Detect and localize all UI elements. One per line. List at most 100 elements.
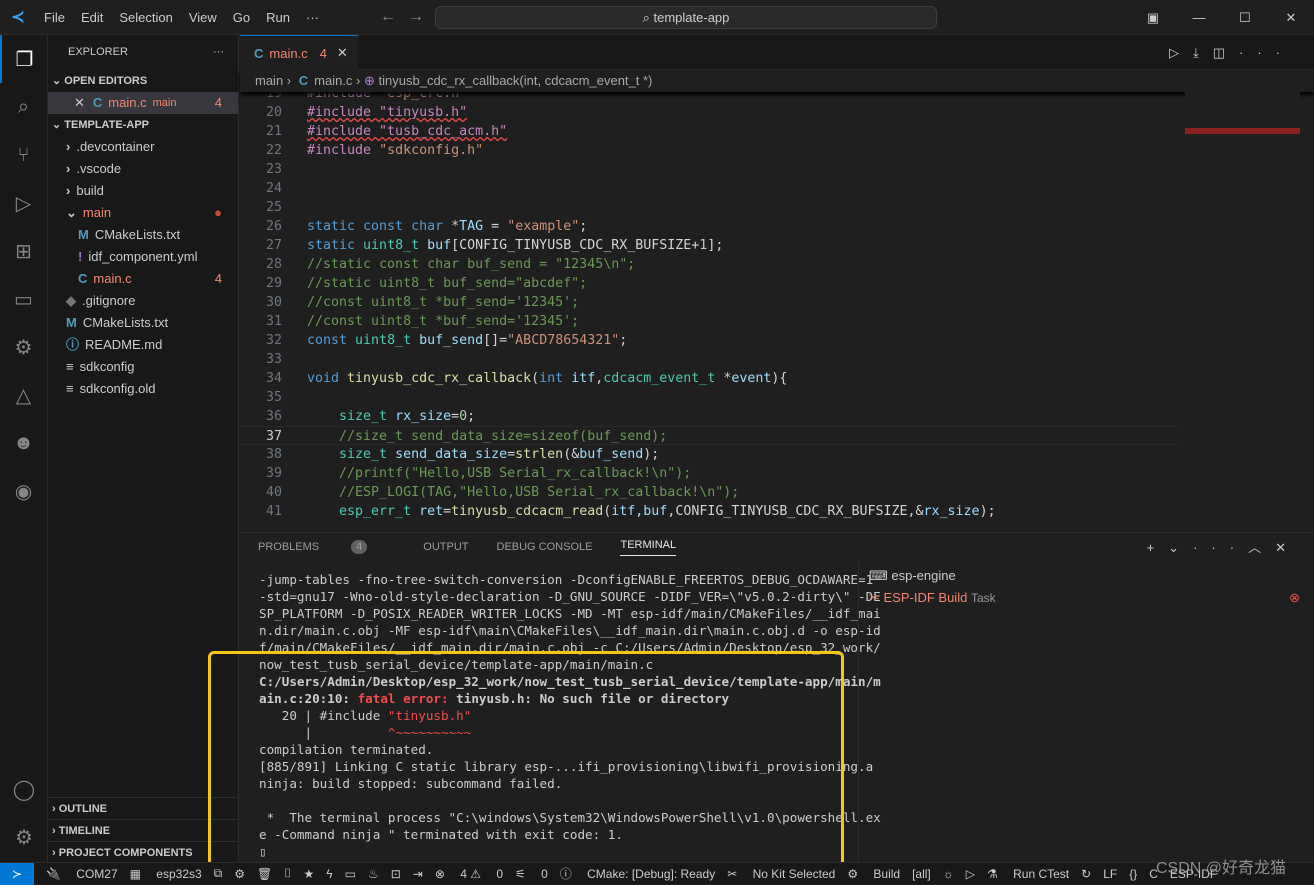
tree-item[interactable]: ⌄ main ● [48, 202, 238, 224]
braces-icon[interactable]: {} [1129, 867, 1137, 881]
esp-idf-icon[interactable]: △ [0, 371, 47, 419]
tree-item[interactable]: ⓘ README.md [48, 334, 238, 356]
tab-output[interactable]: OUTPUT [423, 541, 468, 553]
tree-item[interactable]: Cmain.c 4 [48, 268, 238, 290]
refresh-icon[interactable]: ↻ [1081, 867, 1091, 881]
menu-item[interactable]: File [44, 10, 65, 25]
breadcrumb-symbol[interactable]: tinyusb_cdc_rx_callback(int, cdcacm_even… [379, 73, 653, 88]
code-token: //ESP_LOGI(TAG,"Hello,USB Serial_rx_call… [307, 485, 740, 500]
tree-item[interactable]: ◆ .gitignore [48, 290, 238, 312]
split-editor-icon[interactable]: ◫ [1213, 45, 1239, 60]
close-icon[interactable]: ✕ [74, 92, 85, 114]
tree-item[interactable]: › build [48, 180, 238, 202]
menu-item[interactable]: View [189, 10, 217, 25]
terminal-icon[interactable]: ⊡ [391, 867, 401, 881]
menu-item[interactable]: Selection [119, 10, 172, 25]
download-icon[interactable]: ⤓ [1193, 45, 1213, 60]
minimap[interactable] [1185, 92, 1300, 532]
port-item[interactable]: 🔌 COM27 [46, 867, 118, 881]
open-editors-section[interactable]: ⌄ OPEN EDITORS [48, 70, 238, 92]
code-editor[interactable]: 19 #include "esp_crc.h" 20 #include "tinyus… [240, 84, 1180, 530]
alien-icon[interactable]: ☻ [0, 419, 47, 467]
menu-item[interactable]: Edit [81, 10, 103, 25]
error-label: fatal error: [357, 691, 449, 706]
cmake-status[interactable]: ⓘ CMake: [Debug]: Ready [560, 865, 715, 882]
star-icon[interactable]: ★ [303, 867, 314, 881]
command-center-search[interactable]: ⌕ template-app [435, 6, 937, 29]
trash-icon[interactable]: 🗑 [257, 867, 272, 881]
kit-item[interactable]: ✂ No Kit Selected [727, 867, 835, 881]
espressif-icon[interactable]: ◉ [0, 467, 47, 515]
flame-icon[interactable]: ♨ [368, 867, 379, 881]
breadcrumb-folder[interactable]: main [255, 73, 283, 88]
breadcrumb-file[interactable]: main.c [314, 73, 352, 88]
tree-item[interactable]: ≡ sdkconfig.old [48, 378, 238, 400]
target-item[interactable]: ▦ esp32s3 [130, 867, 202, 881]
problems-item[interactable]: ⊗ 4 ⚠ 0 [435, 867, 503, 881]
tab-terminal[interactable]: TERMINAL [620, 539, 677, 556]
terminal-text: compilation terminated. [259, 742, 434, 757]
terminal-item-esp-idf-build[interactable]: ✂ ESP-IDF Build Task ⊗ [869, 587, 1304, 609]
terminal-text: ▯ [259, 844, 267, 859]
tree-item[interactable]: › .vscode [48, 158, 238, 180]
more-actions-icon[interactable]: ··· [1239, 45, 1294, 60]
cylinder-icon[interactable]: ⌷ [284, 866, 291, 881]
timeline-section[interactable]: › TIMELINE [48, 819, 239, 842]
tree-item[interactable]: ! idf_component.yml [48, 246, 238, 268]
search-icon[interactable]: ⌕ [0, 83, 47, 131]
export-icon[interactable]: ⇥ [413, 867, 423, 881]
run-debug-icon[interactable]: ▷ [0, 179, 47, 227]
source-control-icon[interactable]: ⑂ [0, 131, 47, 179]
open-editor-main-c[interactable]: ✕ C main.c main 4 [48, 92, 238, 114]
terminal-output[interactable]: -jump-tables -fno-tree-switch-conversion… [259, 571, 881, 860]
more-actions-icon[interactable]: ··· [213, 35, 224, 70]
account-icon[interactable]: ◯ [0, 765, 48, 813]
maximize-panel-icon[interactable]: ︿ [1248, 540, 1275, 555]
extensions-icon[interactable]: ⊞ [0, 227, 47, 275]
outline-section[interactable]: › OUTLINE [48, 797, 239, 820]
minimize-button[interactable]: — [1176, 0, 1222, 35]
close-button[interactable]: ✕ [1268, 0, 1314, 35]
project-components-section[interactable]: › PROJECT COMPONENTS [48, 841, 239, 864]
more-actions-icon[interactable]: ··· [1193, 540, 1248, 555]
run-icon[interactable]: ▷ [966, 867, 975, 881]
menu-item[interactable]: Run [266, 10, 290, 25]
tree-item[interactable]: › .devcontainer [48, 136, 238, 158]
run-icon[interactable]: ▷ [1169, 45, 1193, 60]
monitor-icon[interactable]: ▭ [345, 867, 356, 881]
tab-debug-console[interactable]: DEBUG CONSOLE [497, 541, 593, 553]
tree-item[interactable]: M CMakeLists.txt [48, 312, 238, 334]
ports-item[interactable]: ⚟ 0 [515, 867, 548, 881]
layout-icon[interactable]: ▣ [1130, 0, 1176, 35]
maximize-button[interactable]: ☐ [1222, 0, 1268, 35]
tab-main-c[interactable]: C main.c 4 ✕ [240, 35, 358, 70]
debug-icon[interactable]: ☼ [943, 867, 954, 881]
close-icon[interactable]: ✕ [337, 45, 348, 61]
eol-item[interactable]: LF [1103, 867, 1117, 881]
explorer-icon[interactable]: ❐ [0, 35, 47, 83]
project-section[interactable]: ⌄ TEMPLATE-APP [48, 114, 238, 136]
build-target[interactable]: [all] [912, 867, 931, 881]
menu-item[interactable]: ··· [306, 10, 319, 25]
code-token: rx_size [923, 504, 980, 519]
folder-icon[interactable]: ⧉ [214, 866, 223, 881]
menu-item[interactable]: Go [233, 10, 250, 25]
yml-icon: ! [78, 249, 83, 264]
terminal-item-esp-engine[interactable]: ⌨ esp-engine [869, 565, 1304, 587]
code-token: //printf("Hello,USB Serial_rx_callback!\… [307, 466, 692, 481]
nav-arrows-icon[interactable]: ←→ [380, 8, 436, 26]
ctest-item[interactable]: ⚗ Run CTest [987, 867, 1069, 881]
gear-icon[interactable]: ⚙ [234, 867, 245, 881]
remote-icon[interactable]: ≻ [0, 862, 34, 885]
flash-icon[interactable]: ϟ [326, 867, 332, 881]
tree-item[interactable]: M CMakeLists.txt [48, 224, 238, 246]
tab-problems[interactable]: PROBLEMS 4 [258, 540, 395, 554]
build-item[interactable]: ⚙ Build [847, 867, 900, 881]
tree-item[interactable]: ≡ sdkconfig [48, 356, 238, 378]
close-panel-icon[interactable]: ✕ [1275, 540, 1300, 555]
settings-gear-icon[interactable]: ⚙ [0, 813, 48, 861]
new-terminal-icon[interactable]: +⌄ [1147, 540, 1193, 555]
code-token: rx_size [395, 409, 452, 424]
cmake-icon[interactable]: ⚙ [0, 323, 47, 371]
remote-explorer-icon[interactable]: ▭ [0, 275, 47, 323]
